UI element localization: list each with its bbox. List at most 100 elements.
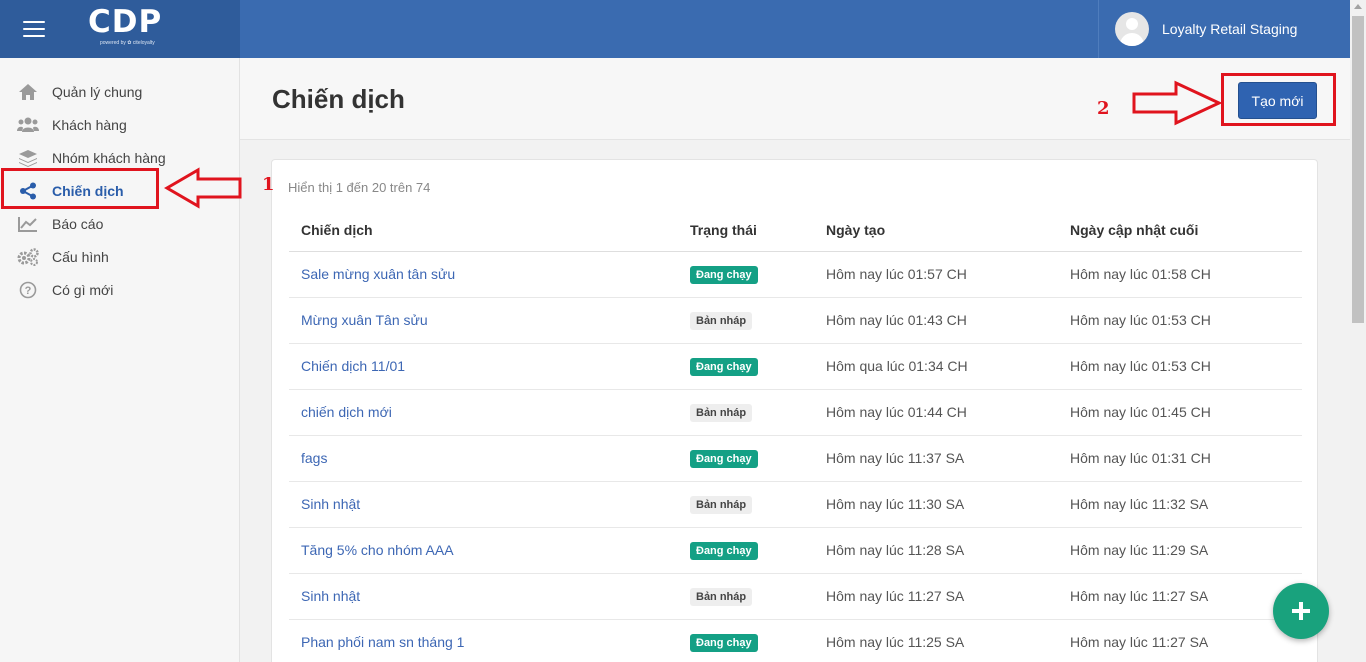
campaign-name-cell: Sinh nhật: [289, 573, 678, 620]
pagination-summary: Hiển thị 1 đến 20 trên 74: [288, 180, 431, 195]
status-badge: Bản nháp: [690, 587, 753, 606]
status-badge: Đang chạy: [690, 633, 758, 652]
table-row[interactable]: Sinh nhật Bản nháp Hôm nay lúc 11:27 SA Hôm…: [289, 573, 1302, 620]
status-badge: Đang chạy: [690, 357, 758, 376]
campaign-name-link[interactable]: Tăng 5% cho nhóm AAA: [301, 542, 454, 558]
scrollbar-thumb[interactable]: [1352, 16, 1364, 323]
sidebar-item-label: Báo cáo: [52, 215, 104, 232]
campaign-name-link[interactable]: Phan phối nam sn tháng 1: [301, 634, 464, 650]
campaign-name-link[interactable]: chiến dịch mới: [301, 404, 392, 420]
logo-text: CDP: [88, 4, 163, 40]
table-row[interactable]: Chiến dịch 11/01 Đang chạy Hôm qua lúc 01:…: [289, 343, 1302, 390]
sidebar-item-settings[interactable]: Cấu hình: [0, 240, 239, 273]
gears-icon: [17, 247, 39, 267]
campaign-name-link[interactable]: Sinh nhật: [301, 588, 360, 604]
status-cell: Bản nháp: [678, 297, 814, 344]
sidebar-item-label: Nhóm khách hàng: [52, 149, 166, 166]
sidebar-item-whats-new[interactable]: ? Có gì mới: [0, 273, 239, 306]
campaign-name-cell: Phan phối nam sn tháng 1: [289, 619, 678, 662]
updated-date-cell: Hôm nay lúc 11:29 SA: [1058, 527, 1302, 574]
updated-date-cell: Hôm nay lúc 01:58 CH: [1058, 251, 1302, 298]
logo-subtext: powered by ✿ citeloyalty: [100, 40, 155, 46]
campaign-name-link[interactable]: Mừng xuân Tân sửu: [301, 312, 428, 328]
table-header-row: Chiến dịch Trạng thái Ngày tạo Ngày cập …: [289, 210, 1302, 252]
campaign-name-link[interactable]: Sale mừng xuân tân sửu: [301, 266, 455, 282]
campaign-name-cell: Tăng 5% cho nhóm AAA: [289, 527, 678, 574]
table-row[interactable]: fags Đang chạy Hôm nay lúc 11:37 SA Hôm nay…: [289, 435, 1302, 482]
column-header-created[interactable]: Ngày tạo: [814, 210, 1058, 252]
home-icon: [17, 82, 39, 102]
annotation-number-2: 2: [1097, 98, 1110, 119]
annotation-arrow-left: [164, 167, 242, 209]
annotation-number-1: 1: [262, 174, 275, 195]
top-bar: CDP powered by ✿ citeloyalty Loyalty Ret…: [0, 0, 1350, 58]
updated-date-cell: Hôm nay lúc 01:31 CH: [1058, 435, 1302, 482]
campaign-name-cell: fags: [289, 435, 678, 482]
created-date-cell: Hôm nay lúc 11:27 SA: [814, 573, 1058, 620]
updated-date-cell: Hôm nay lúc 01:53 CH: [1058, 343, 1302, 390]
created-date-cell: Hôm nay lúc 01:57 CH: [814, 251, 1058, 298]
updated-date-cell: Hôm nay lúc 11:32 SA: [1058, 481, 1302, 528]
page-scrollbar[interactable]: [1350, 0, 1366, 662]
table-body: Sale mừng xuân tân sửu Đang chạy Hôm nay l…: [289, 251, 1302, 662]
created-date-cell: Hôm nay lúc 01:44 CH: [814, 389, 1058, 436]
svg-text:?: ?: [25, 285, 32, 297]
status-cell: Đang chạy: [678, 343, 814, 390]
brand-area: CDP powered by ✿ citeloyalty: [0, 0, 240, 58]
created-date-cell: Hôm nay lúc 11:28 SA: [814, 527, 1058, 574]
campaign-table: Chiến dịch Trạng thái Ngày tạo Ngày cập …: [289, 210, 1302, 662]
status-badge: Đang chạy: [690, 449, 758, 468]
status-cell: Đang chạy: [678, 527, 814, 574]
table-row[interactable]: Tăng 5% cho nhóm AAA Đang chạy Hôm nay lúc…: [289, 527, 1302, 574]
table-row[interactable]: chiến dịch mới Bản nháp Hôm nay lúc 01:44 …: [289, 389, 1302, 436]
chart-icon: [17, 214, 39, 234]
page-title: Chiến dịch: [272, 84, 405, 114]
main-content: Chiến dịch Tạo mới Hiển thị 1 đến 20 trê…: [240, 58, 1350, 662]
updated-date-cell: Hôm nay lúc 01:45 CH: [1058, 389, 1302, 436]
status-cell: Bản nháp: [678, 573, 814, 620]
status-badge: Đang chạy: [690, 265, 758, 284]
campaign-name-cell: Sinh nhật: [289, 481, 678, 528]
sidebar-item-label: Có gì mới: [52, 281, 114, 298]
campaign-name-cell: chiến dịch mới: [289, 389, 678, 436]
cdp-logo[interactable]: CDP powered by ✿ citeloyalty: [88, 5, 178, 55]
campaign-name-link[interactable]: Sinh nhật: [301, 496, 360, 512]
campaign-name-cell: Mừng xuân Tân sửu: [289, 297, 678, 344]
column-header-campaign[interactable]: Chiến dịch: [289, 210, 678, 252]
table-row[interactable]: Sale mừng xuân tân sửu Đang chạy Hôm nay l…: [289, 251, 1302, 298]
created-date-cell: Hôm nay lúc 11:37 SA: [814, 435, 1058, 482]
table-row[interactable]: Mừng xuân Tân sửu Bản nháp Hôm nay lúc 01:…: [289, 297, 1302, 344]
question-icon: ?: [17, 280, 39, 300]
user-menu[interactable]: Loyalty Retail Staging: [1098, 0, 1350, 58]
sidebar-item-customers[interactable]: Khách hàng: [0, 108, 239, 141]
sidebar-item-overview[interactable]: Quản lý chung: [0, 75, 239, 108]
campaign-name-link[interactable]: Chiến dịch 11/01: [301, 358, 405, 374]
campaign-name-cell: Chiến dịch 11/01: [289, 343, 678, 390]
sidebar: Quản lý chung Khách hàng Nhóm khách hàng…: [0, 58, 240, 662]
status-cell: Đang chạy: [678, 619, 814, 662]
annotation-box-2: [1221, 73, 1336, 126]
plus-icon: [1292, 602, 1310, 620]
column-header-updated[interactable]: Ngày cập nhật cuối: [1058, 210, 1302, 252]
table-row[interactable]: Phan phối nam sn tháng 1 Đang chạy Hôm nay…: [289, 619, 1302, 662]
updated-date-cell: Hôm nay lúc 11:27 SA: [1058, 619, 1302, 662]
annotation-box-1: [1, 168, 159, 209]
scroll-up-arrow-icon[interactable]: [1354, 4, 1362, 9]
avatar: [1115, 12, 1149, 46]
sidebar-item-label: Khách hàng: [52, 116, 127, 133]
table-row[interactable]: Sinh nhật Bản nháp Hôm nay lúc 11:30 SA Hôm…: [289, 481, 1302, 528]
status-badge: Bản nháp: [690, 311, 753, 330]
hamburger-menu-icon[interactable]: [23, 21, 45, 37]
status-cell: Đang chạy: [678, 251, 814, 298]
users-icon: [17, 115, 39, 135]
sidebar-item-reports[interactable]: Báo cáo: [0, 207, 239, 240]
created-date-cell: Hôm nay lúc 11:25 SA: [814, 619, 1058, 662]
created-date-cell: Hôm nay lúc 01:43 CH: [814, 297, 1058, 344]
campaign-name-link[interactable]: fags: [301, 450, 327, 466]
column-header-status[interactable]: Trạng thái: [678, 210, 814, 252]
status-badge: Đang chạy: [690, 541, 758, 560]
created-date-cell: Hôm qua lúc 01:34 CH: [814, 343, 1058, 390]
floating-add-button[interactable]: [1273, 583, 1329, 639]
campaign-list-card: Hiển thị 1 đến 20 trên 74 Chiến dịch Trạ…: [271, 159, 1318, 662]
updated-date-cell: Hôm nay lúc 11:27 SA: [1058, 573, 1302, 620]
